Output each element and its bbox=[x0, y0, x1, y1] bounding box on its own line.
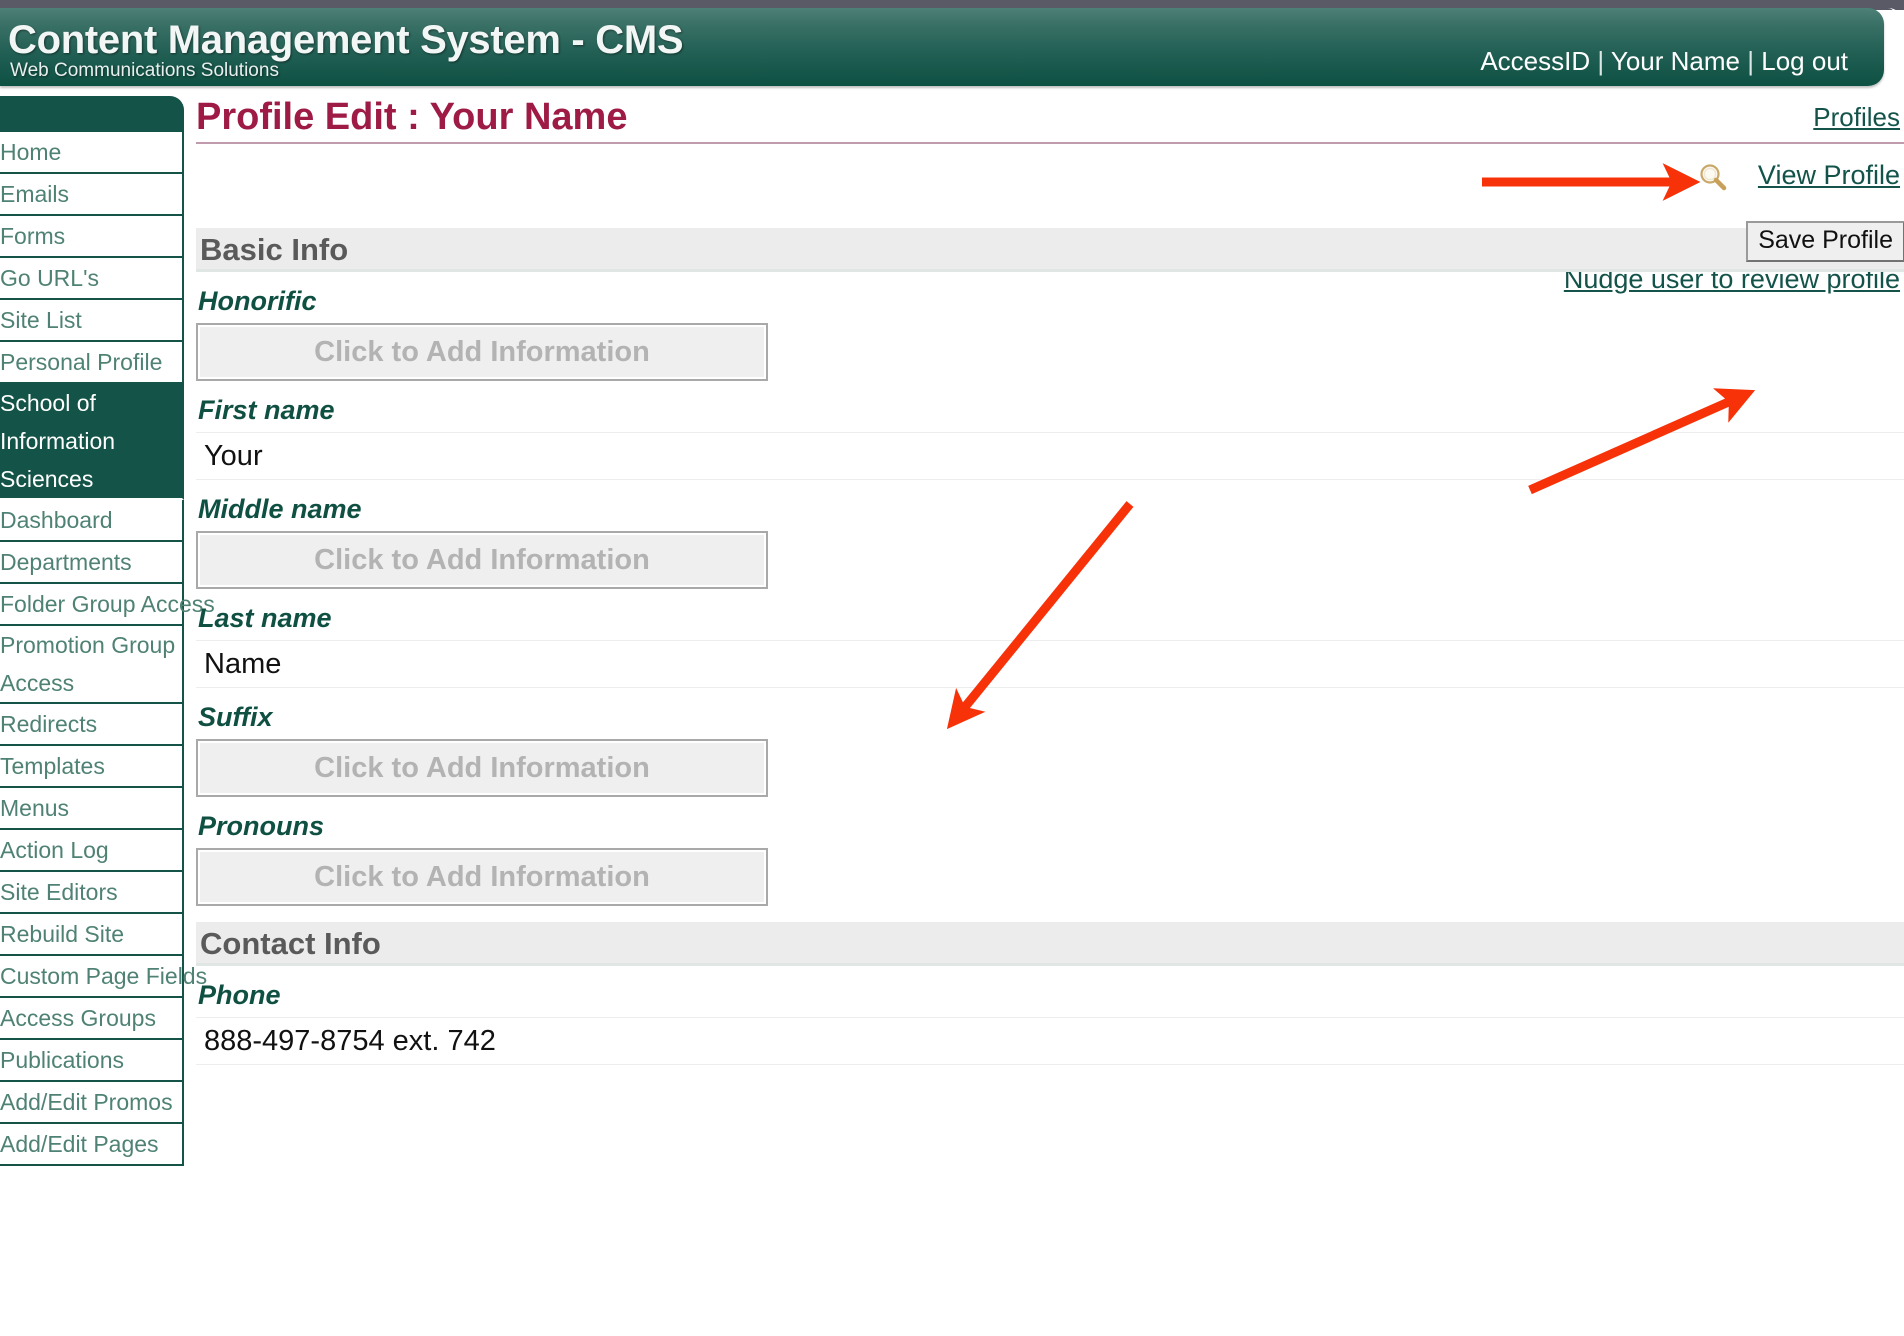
middle-name-add-info-button[interactable]: Click to Add Information bbox=[196, 531, 768, 589]
suffix-add-info-button[interactable]: Click to Add Information bbox=[196, 739, 768, 797]
magnifying-glass-icon bbox=[1700, 164, 1727, 191]
view-profile-row: View Profile Nudge user to review profil… bbox=[196, 154, 1904, 294]
field-label-pronouns: Pronouns bbox=[198, 811, 324, 841]
sidebar-item-emails[interactable]: Emails bbox=[0, 174, 184, 216]
sidebar-item-home[interactable]: Home bbox=[0, 132, 184, 174]
sidebar-item-personal-profile[interactable]: Personal Profile bbox=[0, 342, 184, 384]
sidebar-item-promotion-group-access[interactable]: Promotion Group Access bbox=[0, 626, 184, 704]
save-profile-button[interactable]: Save Profile bbox=[1746, 221, 1904, 262]
sidebar-item-rebuild-site[interactable]: Rebuild Site bbox=[0, 914, 184, 956]
sidebar-nav: Home Emails Forms Go URL's Site List Personal… bbox=[0, 96, 215, 1166]
sidebar-item-folder-group-access[interactable]: Folder Group Access bbox=[0, 584, 215, 626]
main-content: Profile Edit : Your Name Profiles View P… bbox=[196, 96, 1904, 1065]
sidebar-item-school-of-information-sciences[interactable]: School of Information Sciences bbox=[0, 384, 184, 500]
sidebar-item-site-editors[interactable]: Site Editors bbox=[0, 872, 184, 914]
field-label-phone: Phone bbox=[198, 980, 281, 1010]
sidebar-item-forms[interactable]: Forms bbox=[0, 216, 184, 258]
section-header-contact-info: Contact Info bbox=[196, 922, 1904, 966]
section-title: Contact Info bbox=[200, 926, 381, 961]
last-name-input[interactable]: Name bbox=[196, 640, 1904, 688]
title-divider bbox=[196, 142, 1904, 144]
account-separator-1: | bbox=[1597, 46, 1605, 76]
pronouns-add-info-button[interactable]: Click to Add Information bbox=[196, 848, 768, 906]
section-title: Basic Info bbox=[200, 232, 349, 267]
sidebar-item-redirects[interactable]: Redirects bbox=[0, 704, 184, 746]
account-links: AccessID | Your Name | Log out bbox=[1480, 46, 1848, 77]
logout-link[interactable]: Log out bbox=[1761, 46, 1848, 76]
phone-input[interactable]: 888-497-8754 ext. 742 bbox=[196, 1017, 1904, 1065]
field-label-last-name: Last name bbox=[198, 603, 332, 633]
section-header-basic-info: Basic Info Save Profile bbox=[196, 221, 1904, 272]
sidebar-item-access-groups[interactable]: Access Groups bbox=[0, 998, 184, 1040]
sidebar-item-site-list[interactable]: Site List bbox=[0, 300, 184, 342]
sidebar-item-action-log[interactable]: Action Log bbox=[0, 830, 184, 872]
first-name-input[interactable]: Your bbox=[196, 432, 1904, 480]
app-subtitle: Web Communications Solutions bbox=[10, 60, 279, 81]
profile-sections: Basic Info Save Profile Honorific Click to … bbox=[196, 221, 1904, 1065]
field-label-middle-name: Middle name bbox=[198, 494, 362, 524]
access-id-link[interactable]: AccessID bbox=[1480, 46, 1590, 76]
honorific-add-info-button[interactable]: Click to Add Information bbox=[196, 323, 768, 381]
sidebar-item-custom-page-fields[interactable]: Custom Page Fields bbox=[0, 956, 207, 998]
account-separator-2: | bbox=[1747, 46, 1755, 76]
sidebar-item-templates[interactable]: Templates bbox=[0, 746, 184, 788]
sidebar-item-list: Home Emails Forms Go URL's Site List Personal… bbox=[0, 132, 215, 1166]
sidebar-header-cap bbox=[0, 96, 184, 132]
sidebar-item-go-url-s[interactable]: Go URL's bbox=[0, 258, 184, 300]
sidebar-item-dashboard[interactable]: Dashboard bbox=[0, 500, 184, 542]
sidebar-item-add-edit-promos[interactable]: Add/Edit Promos bbox=[0, 1082, 184, 1124]
sidebar-item-departments[interactable]: Departments bbox=[0, 542, 184, 584]
app-banner: Content Management System - CMS Web Comm… bbox=[0, 0, 1904, 92]
view-profile-link[interactable]: View Profile bbox=[1758, 160, 1900, 191]
field-label-first-name: First name bbox=[198, 395, 335, 425]
page-title: Profile Edit : Your Name bbox=[196, 96, 628, 138]
user-name-link[interactable]: Your Name bbox=[1611, 46, 1740, 76]
sidebar-item-menus[interactable]: Menus bbox=[0, 788, 184, 830]
app-title: Content Management System - CMS bbox=[8, 18, 684, 62]
banner-gradient: Content Management System - CMS Web Comm… bbox=[0, 8, 1884, 86]
page-header: Profile Edit : Your Name Profiles bbox=[196, 96, 1904, 154]
sidebar-item-add-edit-pages[interactable]: Add/Edit Pages bbox=[0, 1124, 184, 1166]
sidebar-item-publications[interactable]: Publications bbox=[0, 1040, 184, 1082]
profiles-link[interactable]: Profiles bbox=[1813, 102, 1900, 133]
field-label-suffix: Suffix bbox=[198, 702, 273, 732]
